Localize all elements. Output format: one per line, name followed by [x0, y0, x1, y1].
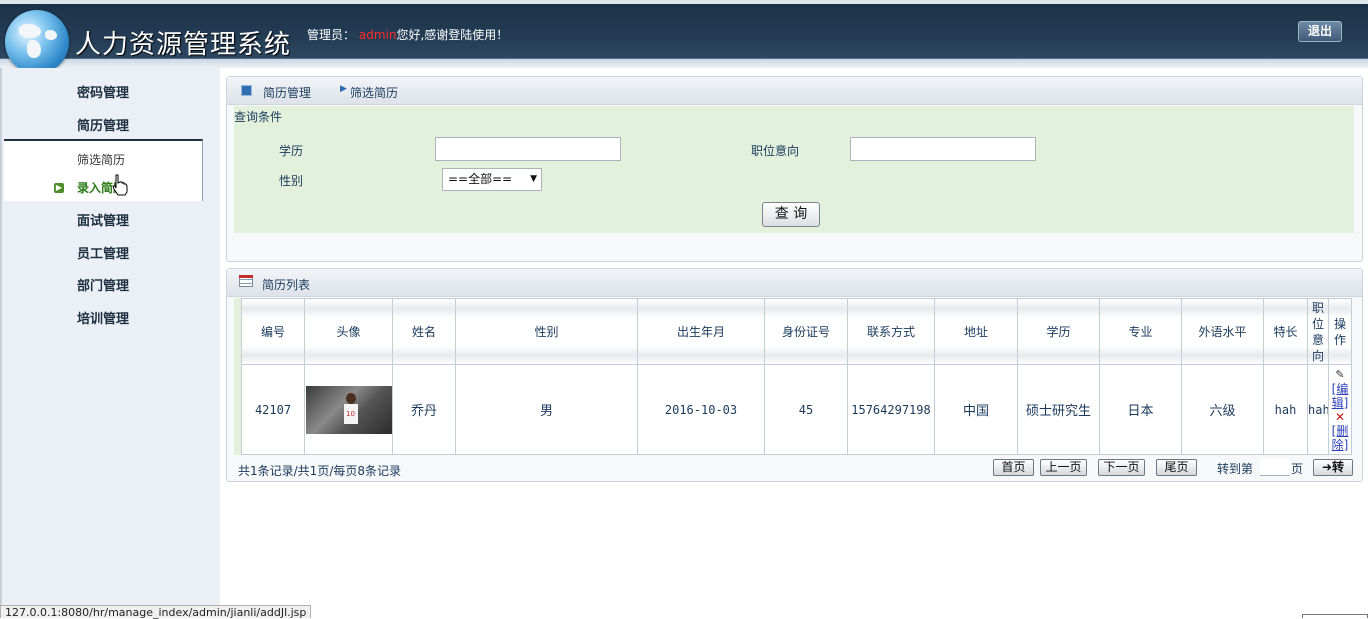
- education-label: 学历: [279, 144, 304, 158]
- column-header: 联系方式: [847, 298, 935, 365]
- table-header-row: 编号 头像 姓名 性别 出生年月 身份证号 联系方式 地址 学历 专业 外语水平…: [241, 298, 1352, 365]
- chevron-down-icon: ▼: [530, 174, 537, 184]
- resume-table: 编号 头像 姓名 性别 出生年月 身份证号 联系方式 地址 学历 专业 外语水平…: [241, 298, 1352, 455]
- resume-table-wrap: 编号 头像 姓名 性别 出生年月 身份证号 联系方式 地址 学历 专业 外语水平…: [234, 298, 1352, 455]
- system-title: 人力资源管理系统: [75, 30, 292, 60]
- table-row: 42107 10 乔丹 男 2016-10-03 45 15764297198 …: [241, 364, 1352, 455]
- cell-phone: 15764297198: [847, 364, 935, 455]
- edit-link[interactable]: [编辑]: [1330, 382, 1351, 410]
- column-header: 学历: [1017, 298, 1100, 365]
- first-page-button[interactable]: 首页: [993, 459, 1034, 476]
- last-page-button[interactable]: 尾页: [1156, 459, 1197, 476]
- list-title: 简历列表: [262, 278, 311, 292]
- browser-status-bar: 127.0.0.1:8080/hr/manage_index/admin/jia…: [0, 605, 312, 619]
- goto-page-button[interactable]: ➜转: [1313, 459, 1353, 476]
- x-icon[interactable]: ✕: [1330, 410, 1351, 424]
- sidebar-item-interview[interactable]: 面试管理: [77, 210, 129, 229]
- cell-specialty: hah: [1263, 364, 1308, 455]
- column-header: 特长: [1263, 298, 1308, 365]
- admin-username: admin: [358, 28, 397, 42]
- table-icon: [239, 275, 253, 287]
- column-header: 操作: [1328, 298, 1352, 365]
- query-panel: 简历管理 ▶ 筛选简历 查询条件 学历 职位意向 性别 ==全部== ▼ 查 询: [226, 76, 1363, 262]
- gender-select[interactable]: ==全部== ▼: [442, 168, 542, 191]
- sidebar-item-department[interactable]: 部门管理: [77, 275, 129, 294]
- column-header: 出生年月: [637, 298, 765, 365]
- column-header: 性别: [455, 298, 638, 365]
- cell-name: 乔丹: [392, 364, 456, 455]
- breadcrumb: 简历管理 ▶ 筛选简历: [227, 77, 1362, 105]
- column-header: 头像: [304, 298, 393, 365]
- sidebar-menu: 密码管理 简历管理 筛选简历 ▶ 录入简历 面试管理 员工管理 部门管理 培训管…: [0, 68, 220, 618]
- column-header: 职位意向: [1307, 298, 1329, 365]
- next-page-button[interactable]: 下一页: [1098, 459, 1145, 476]
- column-header: 地址: [934, 298, 1018, 365]
- list-header: 简历列表: [227, 269, 1362, 297]
- sidebar-item-password[interactable]: 密码管理: [77, 82, 129, 101]
- cell-language: 六级: [1181, 364, 1264, 455]
- cell-birth: 2016-10-03: [637, 364, 765, 455]
- column-header: 专业: [1099, 298, 1182, 365]
- breadcrumb-page: 筛选简历: [350, 86, 399, 100]
- window-icon: [241, 85, 252, 96]
- query-form: 查询条件 学历 职位意向 性别 ==全部== ▼ 查 询: [234, 106, 1354, 233]
- gender-label: 性别: [279, 174, 304, 188]
- avatar-photo: 10: [305, 385, 392, 434]
- position-intention-input[interactable]: [850, 137, 1036, 161]
- column-header: 姓名: [392, 298, 456, 365]
- cell-id-card: 45: [764, 364, 848, 455]
- arrow-right-icon: ▶: [54, 183, 64, 193]
- cell-avatar: 10: [304, 364, 393, 455]
- submenu-item-filter-resume[interactable]: 筛选简历: [77, 151, 125, 168]
- breadcrumb-section[interactable]: 简历管理: [263, 84, 311, 101]
- resume-list-panel: 简历列表 编号 头像 姓名 性别 出生年月 身份证号 联系方式 地址 学历 专业…: [226, 268, 1363, 482]
- logout-button[interactable]: 退出: [1298, 21, 1342, 42]
- cell-gender: 男: [455, 364, 638, 455]
- globe-logo-icon: [5, 10, 69, 74]
- pagination-info: 共1条记录/共1页/每页8条记录: [238, 464, 401, 478]
- cell-id: 42107: [241, 364, 305, 455]
- goto-page-suffix: 页: [1291, 462, 1304, 476]
- breadcrumb-arrow-icon: ▶: [340, 84, 347, 94]
- cell-education: 硕士研究生: [1017, 364, 1100, 455]
- pencil-icon[interactable]: ✎: [1330, 368, 1351, 382]
- welcome-message: 管理员： admin您好,感谢登陆使用！: [307, 26, 508, 43]
- column-header: 编号: [241, 298, 305, 365]
- query-title: 查询条件: [234, 110, 283, 124]
- admin-label: 管理员：: [307, 28, 356, 42]
- delete-link[interactable]: [删除]: [1330, 424, 1351, 452]
- scroll-corner: [1302, 614, 1368, 618]
- column-header: 外语水平: [1181, 298, 1264, 365]
- goto-page-label: 转到第: [1217, 462, 1254, 476]
- cell-major: 日本: [1099, 364, 1182, 455]
- query-button[interactable]: 查 询: [762, 202, 820, 227]
- top-header: 人力资源管理系统 管理员： admin您好,感谢登陆使用！ 退出: [0, 0, 1368, 74]
- education-input[interactable]: [435, 137, 621, 161]
- gender-selected-value: ==全部==: [448, 172, 513, 186]
- prev-page-button[interactable]: 上一页: [1040, 459, 1087, 476]
- resume-submenu: 筛选简历 ▶ 录入简历: [4, 139, 203, 201]
- greeting-text: 您好,感谢登陆使用！: [396, 28, 509, 42]
- sidebar-item-training[interactable]: 培训管理: [77, 308, 129, 327]
- column-header: 身份证号: [764, 298, 848, 365]
- position-intention-label: 职位意向: [751, 144, 800, 158]
- cell-actions: ✎ [编辑] ✕ [删除]: [1328, 364, 1352, 455]
- cell-intention: hah: [1307, 364, 1329, 455]
- sidebar-item-resume[interactable]: 简历管理: [77, 115, 129, 134]
- cell-address: 中国: [934, 364, 1018, 455]
- sidebar-item-employee[interactable]: 员工管理: [77, 243, 129, 262]
- hand-cursor-icon: [112, 174, 128, 196]
- goto-page-input[interactable]: [1260, 459, 1290, 476]
